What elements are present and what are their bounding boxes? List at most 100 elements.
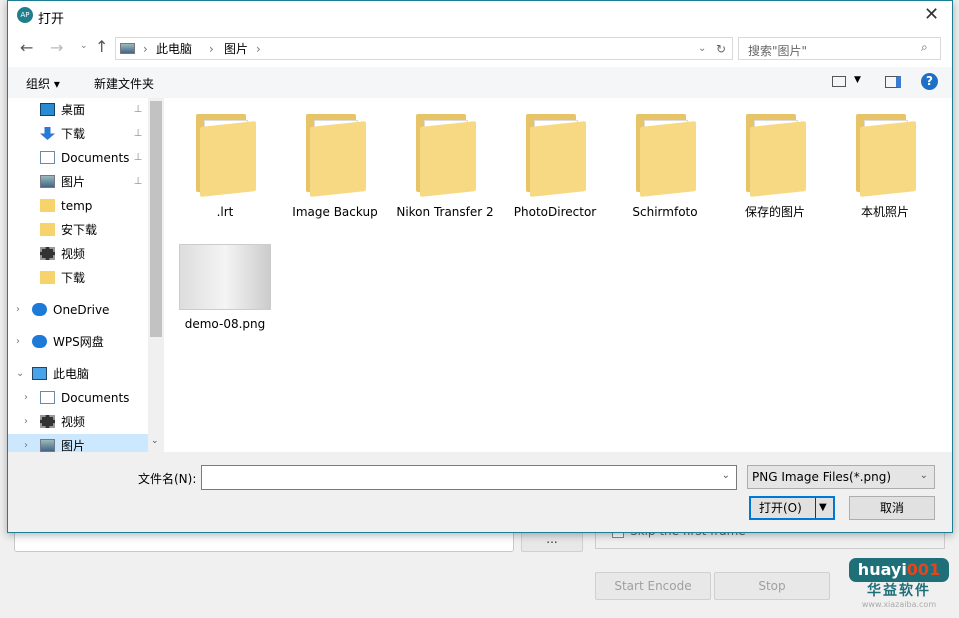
document-icon <box>40 151 55 164</box>
file-item[interactable]: demo-08.png <box>170 244 280 374</box>
organize-button[interactable]: 组织 ▾ <box>26 75 60 92</box>
folder-item[interactable]: 保存的图片 <box>720 114 830 244</box>
folder-item[interactable]: PhotoDirector <box>500 114 610 244</box>
cancel-button[interactable]: 取消 <box>849 496 935 520</box>
sidebar-item[interactable]: ⌄ 此电脑 <box>8 362 148 386</box>
folder-name: .lrt <box>216 205 234 219</box>
back-arrow-icon[interactable]: ← <box>20 38 33 57</box>
dialog-title: 打开 <box>38 12 65 27</box>
sidebar-item-label: Documents <box>61 151 130 165</box>
sidebar-item[interactable]: 安下载 <box>8 218 148 242</box>
view-dropdown-icon[interactable]: ▼ <box>854 75 861 85</box>
sidebar-item[interactable]: 下载 <box>8 266 148 290</box>
cloud-icon <box>32 335 47 348</box>
sidebar-item-label: 视频 <box>61 415 86 429</box>
open-dropdown-icon[interactable]: ▼ <box>815 498 827 518</box>
sidebar-scrollbar[interactable]: ⌄ <box>148 98 164 452</box>
forward-arrow-icon[interactable]: → <box>50 38 63 57</box>
start-encode-button[interactable]: Start Encode <box>595 572 711 600</box>
sidebar-item[interactable]: › WPS网盘 <box>8 330 148 354</box>
sidebar-item[interactable]: › Documents <box>8 386 148 410</box>
picture-icon <box>40 175 55 188</box>
sidebar-item-label: OneDrive <box>53 303 110 317</box>
preview-pane-icon[interactable] <box>885 76 901 88</box>
app-icon: AP <box>17 7 33 23</box>
filetype-dropdown-icon[interactable]: ⌄ <box>920 470 928 481</box>
folder-name: 本机照片 <box>860 205 909 219</box>
sidebar-item[interactable]: › OneDrive <box>8 298 148 322</box>
document-icon <box>40 391 55 404</box>
folder-name: Schirmfoto <box>632 205 698 219</box>
folder-icon <box>636 114 698 197</box>
folder-icon <box>40 223 55 236</box>
picture-icon <box>40 439 55 452</box>
sidebar-item[interactable]: temp <box>8 194 148 218</box>
filename-label: 文件名(N): <box>138 472 197 486</box>
image-thumbnail <box>179 244 271 310</box>
folder-icon <box>416 114 478 197</box>
chevron-right-icon[interactable]: › <box>16 330 20 354</box>
folder-icon <box>746 114 808 197</box>
open-button[interactable]: 打开(O) ▼ <box>749 496 835 520</box>
chevron-down-icon[interactable]: ⌄ <box>16 362 24 386</box>
cloud-icon <box>32 303 47 316</box>
breadcrumb-item[interactable]: 此电脑 <box>156 38 192 60</box>
search-icon[interactable]: ⌕ <box>921 40 928 55</box>
recent-chevron-icon[interactable]: ⌄ <box>80 41 88 51</box>
refresh-icon[interactable]: ↻ <box>716 38 726 60</box>
folder-name: PhotoDirector <box>513 205 597 219</box>
folder-item[interactable]: 本机照片 <box>830 114 940 244</box>
close-icon[interactable]: ✕ <box>924 4 939 25</box>
sidebar-item-label: Documents <box>61 391 130 405</box>
sidebar-item-label: 下载 <box>61 271 86 285</box>
sidebar-item[interactable]: › 视频 <box>8 410 148 434</box>
sidebar-item[interactable]: 桌面 ⊥ <box>8 98 148 122</box>
sidebar-item-label: 下载 <box>61 127 86 141</box>
filename-input[interactable]: ⌄ <box>201 465 737 490</box>
sidebar-item[interactable]: 图片 ⊥ <box>8 170 148 194</box>
address-bar[interactable]: › 此电脑 › 图片 › ⌄ ↻ <box>115 37 733 60</box>
scroll-down-icon[interactable]: ⌄ <box>151 436 159 446</box>
folder-item[interactable]: Schirmfoto <box>610 114 720 244</box>
sidebar-item-label: temp <box>61 199 93 213</box>
chevron-right-icon[interactable]: › <box>16 298 20 322</box>
video-icon <box>40 247 55 260</box>
bottom-panel: 文件名(N): ⌄ PNG Image Files(*.png) ⌄ 打开(O)… <box>8 452 952 532</box>
view-icon[interactable] <box>832 76 846 87</box>
folder-name: Image Backup <box>292 205 378 219</box>
search-input[interactable]: 搜索"图片" <box>748 42 807 59</box>
folder-icon <box>856 114 918 197</box>
stop-button[interactable]: Stop <box>714 572 830 600</box>
search-box[interactable]: 搜索"图片" ⌕ <box>738 37 941 60</box>
help-icon[interactable]: ? <box>921 73 938 90</box>
chevron-right-icon[interactable]: › <box>24 386 28 410</box>
open-label: 打开(O) <box>759 501 802 515</box>
folder-icon <box>306 114 368 197</box>
sidebar-item-label: 图片 <box>61 175 86 189</box>
folder-name: Nikon Transfer 2 <box>396 205 494 219</box>
pin-icon[interactable]: ⊥ <box>132 122 144 146</box>
chevron-right-icon[interactable]: › <box>24 410 28 434</box>
address-dropdown-icon[interactable]: ⌄ <box>698 38 706 60</box>
breadcrumb-item[interactable]: 图片 <box>224 38 248 60</box>
download-icon <box>40 127 55 140</box>
new-folder-button[interactable]: 新建文件夹 <box>94 75 154 92</box>
filetype-value: PNG Image Files(*.png) <box>752 470 892 484</box>
folder-icon <box>526 114 588 197</box>
folder-item[interactable]: .lrt <box>170 114 280 244</box>
folder-icon <box>196 114 258 197</box>
pin-icon[interactable]: ⊥ <box>132 170 144 194</box>
scrollbar-thumb[interactable] <box>150 101 162 337</box>
folder-item[interactable]: Nikon Transfer 2 <box>390 114 500 244</box>
up-arrow-icon[interactable]: ↑ <box>95 37 108 56</box>
filetype-select[interactable]: PNG Image Files(*.png) ⌄ <box>747 465 935 489</box>
pin-icon[interactable]: ⊥ <box>132 146 144 170</box>
filename-dropdown-icon[interactable]: ⌄ <box>722 470 730 481</box>
sidebar-item[interactable]: Documents ⊥ <box>8 146 148 170</box>
folder-item[interactable]: Image Backup <box>280 114 390 244</box>
sidebar-item[interactable]: 下载 ⊥ <box>8 122 148 146</box>
title-bar: AP 打开 ✕ <box>8 1 952 31</box>
sidebar-item[interactable]: 视频 <box>8 242 148 266</box>
folder-icon <box>40 271 55 284</box>
pin-icon[interactable]: ⊥ <box>132 98 144 122</box>
